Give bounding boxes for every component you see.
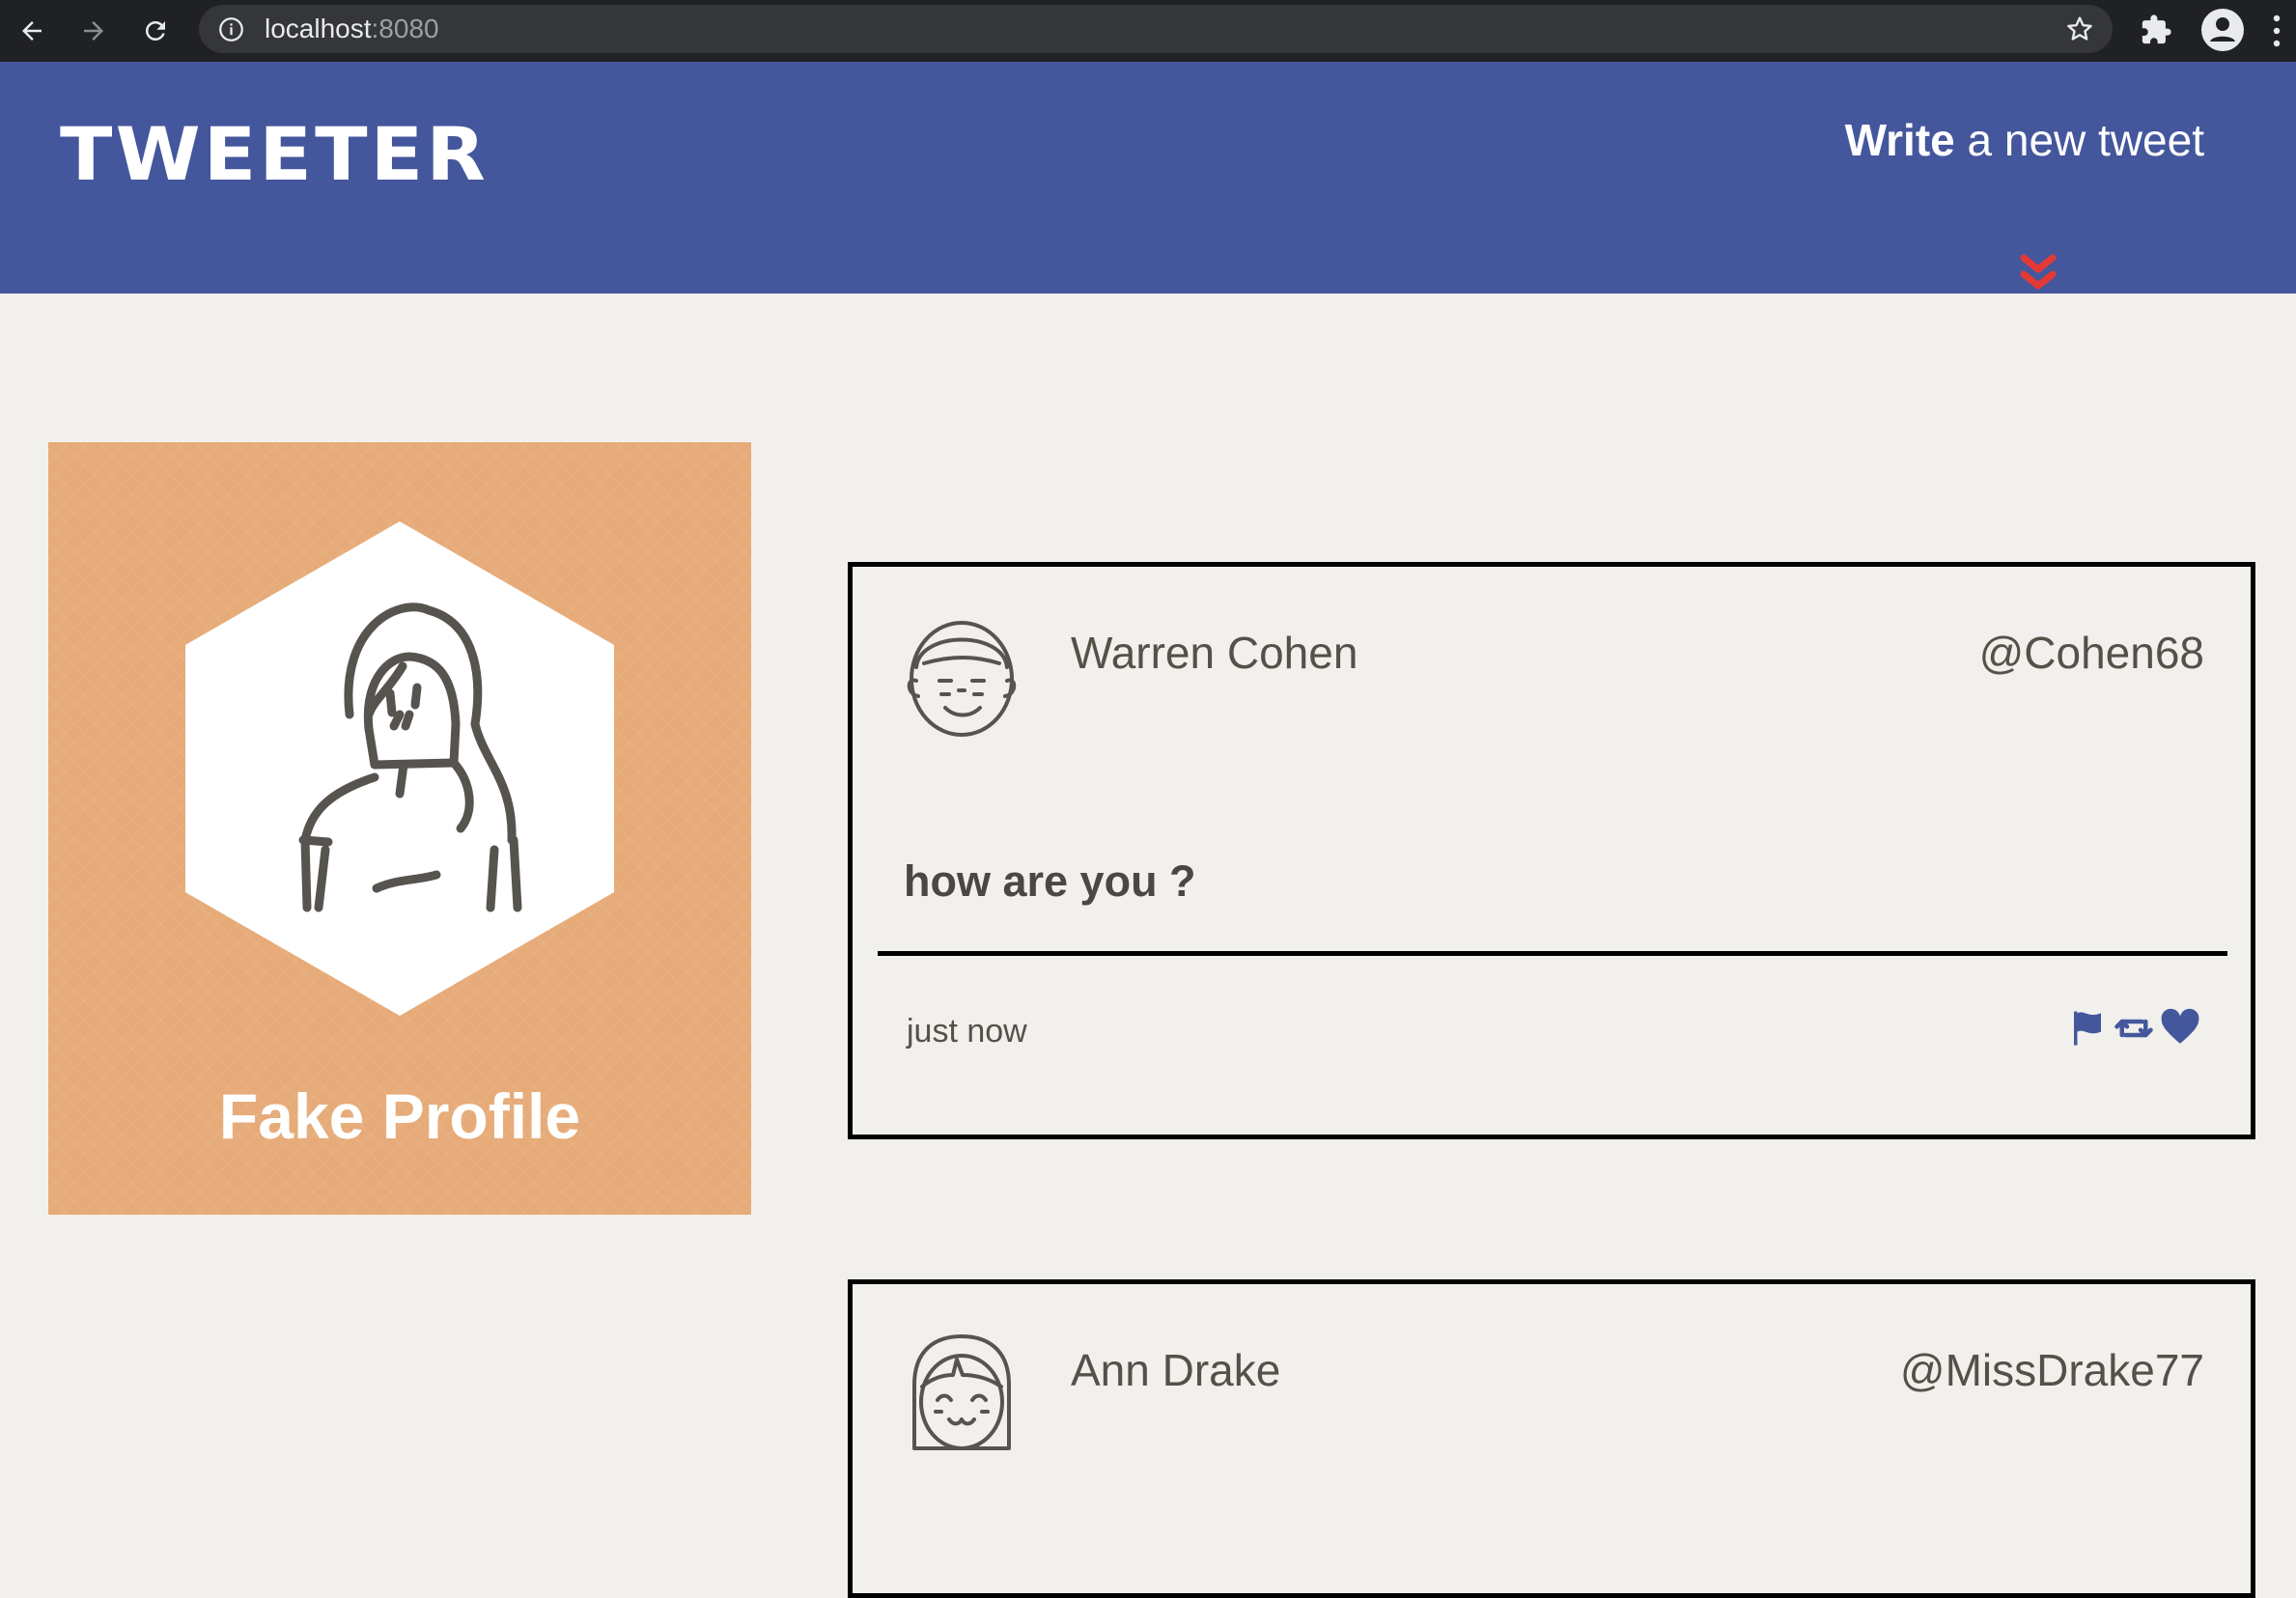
profile-name[interactable]: Fake Profile	[48, 1079, 751, 1153]
star-icon[interactable]	[2064, 14, 2095, 44]
tweet-handle[interactable]: @Cohen68	[1979, 627, 2204, 679]
url-text: localhost:8080	[265, 5, 439, 53]
logo[interactable]: TWEETER	[60, 118, 489, 191]
tweet-author[interactable]: Warren Cohen	[1071, 627, 1358, 679]
man-avatar-icon	[907, 621, 1017, 737]
woman-avatar-icon	[185, 521, 614, 1016]
info-icon[interactable]	[218, 16, 244, 42]
tweet-author[interactable]: Ann Drake	[1071, 1344, 1280, 1396]
write-new-tweet-link[interactable]: Write a new tweet	[1845, 118, 2204, 162]
kebab-menu-icon[interactable]	[2269, 13, 2284, 49]
tweet-body: how are you ?	[904, 856, 1196, 906]
browser-toolbar: localhost:8080	[0, 0, 2296, 62]
forward-icon[interactable]	[71, 9, 116, 53]
url-host: localhost	[265, 14, 372, 43]
double-chevron-down-icon[interactable]	[2020, 253, 2057, 294]
tweet-actions	[2067, 1007, 2200, 1050]
compose-strong-text: Write	[1844, 115, 1955, 165]
extensions-icon[interactable]	[2140, 14, 2172, 46]
url-port: :8080	[371, 14, 439, 43]
back-icon[interactable]	[10, 9, 54, 53]
tweet-divider	[878, 951, 2227, 956]
compose-rest-text: a new tweet	[1954, 115, 2205, 165]
address-bar[interactable]: localhost:8080	[199, 5, 2113, 53]
tweet-handle[interactable]: @MissDrake77	[1900, 1344, 2204, 1396]
app-header: TWEETER Write a new tweet	[0, 62, 2296, 294]
profile-card: Fake Profile	[48, 442, 751, 1215]
profile-icon[interactable]	[2201, 9, 2244, 51]
heart-icon[interactable]	[2160, 1008, 2200, 1049]
reload-icon[interactable]	[133, 9, 178, 53]
retweet-icon[interactable]	[2114, 1008, 2154, 1049]
tweet-card: Ann Drake @MissDrake77	[848, 1279, 2255, 1598]
tweet-card: Warren Cohen @Cohen68 how are you ? just…	[848, 562, 2255, 1139]
tweet-timestamp: just now	[907, 1013, 1027, 1050]
girl-avatar-icon	[912, 1334, 1011, 1450]
flag-icon[interactable]	[2067, 1008, 2108, 1049]
